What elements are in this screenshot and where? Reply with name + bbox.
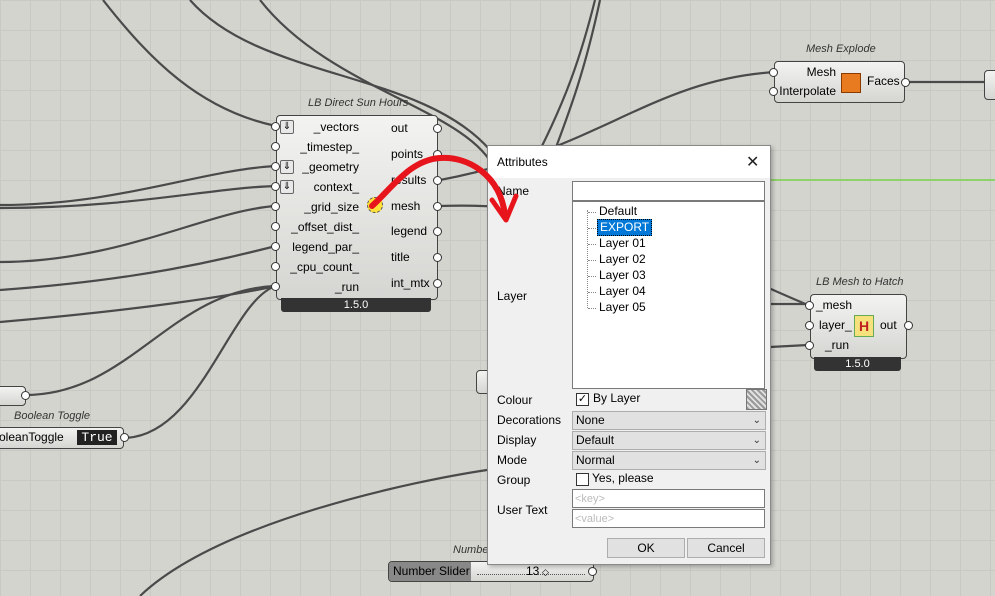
red-annotation-arrow [369,154,519,223]
annotation-arrow-stroke [369,154,508,218]
